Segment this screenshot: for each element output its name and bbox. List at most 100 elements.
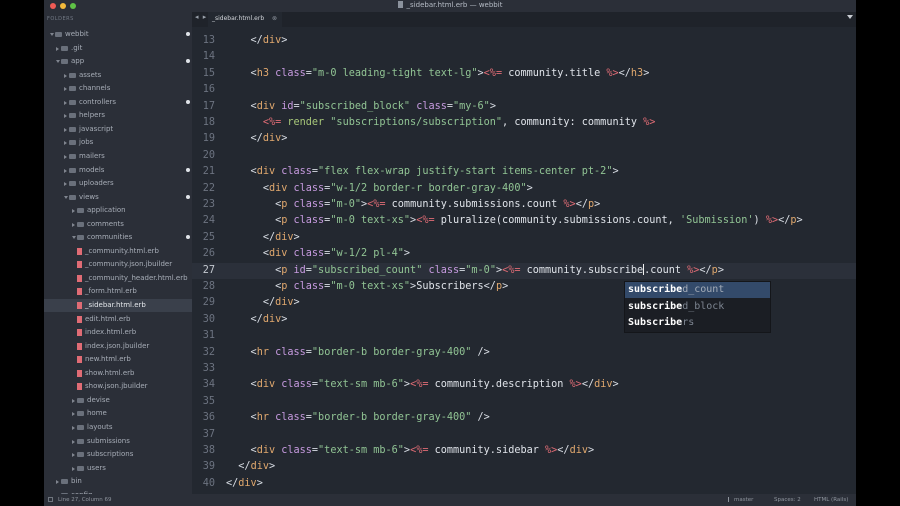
autocomplete-item[interactable]: subscribed_block — [625, 299, 770, 315]
line-number: 25 — [202, 231, 215, 243]
sidebar-file[interactable]: show.html.erb — [44, 367, 192, 380]
chevron-right-icon[interactable] — [64, 154, 67, 159]
sidebar-file[interactable]: index.json.jbuilder — [44, 340, 192, 353]
autocomplete-item[interactable]: Subscribers — [625, 315, 770, 331]
sidebar-file[interactable]: _sidebar.html.erb — [44, 299, 192, 312]
sidebar-folder[interactable]: communities — [44, 231, 192, 244]
code-line[interactable]: 26 <div class="w-1/2 pl-4"> — [192, 246, 856, 262]
chevron-right-icon[interactable] — [64, 182, 67, 187]
chevron-down-icon[interactable] — [56, 60, 60, 64]
chevron-right-icon[interactable] — [64, 114, 67, 119]
code-line[interactable]: 21 <div class="flex flex-wrap justify-st… — [192, 164, 856, 180]
sidebar-folder[interactable]: helpers — [44, 109, 192, 122]
chevron-right-icon[interactable] — [72, 412, 75, 417]
sidebar-folder[interactable]: jobs — [44, 136, 192, 149]
code-line[interactable]: 18 <%= render "subscriptions/subscriptio… — [192, 115, 856, 131]
sidebar-toggle-icon[interactable] — [48, 497, 53, 502]
sidebar-folder[interactable]: mailers — [44, 150, 192, 163]
sidebar-folder[interactable]: application — [44, 204, 192, 217]
autocomplete-item[interactable]: subscribed_count — [625, 282, 770, 298]
sidebar-file[interactable]: new.html.erb — [44, 353, 192, 366]
code-line[interactable]: 39 </div> — [192, 459, 856, 475]
sidebar-folder[interactable]: comments — [44, 218, 192, 231]
code-line[interactable]: 34 <div class="text-sm mb-6"><%= communi… — [192, 377, 856, 393]
code-line[interactable]: 40 </div> — [192, 476, 856, 492]
chevron-right-icon[interactable] — [56, 46, 59, 51]
sidebar-folder[interactable]: javascript — [44, 123, 192, 136]
sidebar-file[interactable]: _community_header.html.erb — [44, 272, 192, 285]
chevron-right-icon[interactable] — [72, 453, 75, 458]
sidebar-file[interactable]: _community.html.erb — [44, 245, 192, 258]
chevron-down-icon[interactable] — [64, 195, 68, 199]
code-line[interactable]: 13 </div> — [192, 33, 856, 49]
sidebar-file[interactable]: _community.json.jbuilder — [44, 258, 192, 271]
sidebar-folder[interactable]: webbit — [44, 28, 192, 41]
chevron-right-icon[interactable] — [64, 73, 67, 78]
line-number: 26 — [202, 248, 215, 260]
code-line[interactable]: 15 <h3 class="m-0 leading-tight text-lg"… — [192, 66, 856, 82]
sidebar-folder[interactable]: app — [44, 55, 192, 68]
code-line[interactable]: 37 — [192, 427, 856, 443]
file-icon — [77, 342, 82, 350]
chevron-right-icon[interactable] — [72, 222, 75, 227]
sidebar-folder[interactable]: devise — [44, 394, 192, 407]
code-text: <p class="m-0 text-xs"><%= pluralize(com… — [275, 215, 803, 227]
chevron-right-icon[interactable] — [72, 425, 75, 430]
code-line[interactable]: 23 <p class="m-0"><%= community.submissi… — [192, 197, 856, 213]
code-line[interactable]: 32 <hr class="border-b border-gray-400" … — [192, 345, 856, 361]
code-line[interactable]: 27 <p id="subscribed_count" class="m-0">… — [192, 262, 856, 279]
line-number: 40 — [202, 477, 215, 489]
tab-navigation-arrows[interactable]: ◂ ▸ — [195, 13, 207, 21]
chevron-right-icon[interactable] — [72, 466, 75, 471]
code-line[interactable]: 35 — [192, 394, 856, 410]
sidebar-folder[interactable]: models — [44, 164, 192, 177]
chevron-right-icon[interactable] — [56, 480, 59, 485]
code-line[interactable]: 24 <p class="m-0 text-xs"><%= pluralize(… — [192, 213, 856, 229]
code-line[interactable]: 19 </div> — [192, 131, 856, 147]
sidebar-file[interactable]: index.html.erb — [44, 326, 192, 339]
code-line[interactable]: 14 — [192, 49, 856, 65]
code-line[interactable]: 25 </div> — [192, 230, 856, 246]
tab-menu-icon[interactable] — [847, 15, 853, 19]
chevron-right-icon[interactable] — [72, 439, 75, 444]
chevron-right-icon[interactable] — [72, 209, 75, 214]
code-editor[interactable]: 13 </div> 14 15 <h3 class="m-0 leading-tig… — [192, 27, 856, 494]
sidebar-item-label: mailers — [79, 151, 105, 160]
chevron-right-icon[interactable] — [64, 100, 67, 105]
code-line[interactable]: 33 — [192, 361, 856, 377]
chevron-right-icon[interactable] — [72, 398, 75, 403]
sidebar-file[interactable]: show.json.jbuilder — [44, 380, 192, 393]
syntax-setting[interactable]: HTML (Rails) — [814, 497, 848, 503]
code-line[interactable]: 20 — [192, 148, 856, 164]
chevron-right-icon[interactable] — [64, 127, 67, 132]
sidebar-folder[interactable]: bin — [44, 475, 192, 488]
indentation-setting[interactable]: Spaces: 2 — [774, 497, 801, 503]
sidebar-folder[interactable]: views — [44, 191, 192, 204]
chevron-right-icon[interactable] — [64, 141, 67, 146]
code-line[interactable]: 16 — [192, 82, 856, 98]
code-line[interactable]: 17 <div id="subscribed_block" class="my-… — [192, 99, 856, 115]
sidebar-file[interactable]: _form.html.erb — [44, 285, 192, 298]
sidebar-file[interactable]: edit.html.erb — [44, 313, 192, 326]
code-line[interactable]: 38 <div class="text-sm mb-6"><%= communi… — [192, 443, 856, 459]
sidebar-folder[interactable]: users — [44, 462, 192, 475]
chevron-right-icon[interactable] — [64, 87, 67, 92]
chevron-down-icon[interactable] — [72, 236, 76, 240]
sidebar-folder[interactable]: layouts — [44, 421, 192, 434]
sidebar-folder[interactable]: assets — [44, 69, 192, 82]
sidebar-folder[interactable]: subscriptions — [44, 448, 192, 461]
sidebar-folder[interactable]: channels — [44, 82, 192, 95]
code-line[interactable]: 36 <hr class="border-b border-gray-400" … — [192, 410, 856, 426]
chevron-right-icon[interactable] — [64, 168, 67, 173]
tab-bar: ◂ ▸ _sidebar.html.erb ⊗ — [192, 12, 856, 28]
git-branch[interactable]: master — [728, 497, 753, 503]
sidebar-folder[interactable]: submissions — [44, 435, 192, 448]
sidebar-folder[interactable]: .git — [44, 42, 192, 55]
code-line[interactable]: 22 <div class="w-1/2 border-r border-gra… — [192, 181, 856, 197]
chevron-down-icon[interactable] — [50, 33, 54, 36]
tab-close-icon[interactable]: ⊗ — [272, 15, 277, 22]
sidebar-folder[interactable]: uploaders — [44, 177, 192, 190]
sidebar-folder[interactable]: controllers — [44, 96, 192, 109]
sidebar-folder[interactable]: home — [44, 407, 192, 420]
tab-sidebar-html-erb[interactable]: _sidebar.html.erb ⊗ — [208, 12, 282, 28]
